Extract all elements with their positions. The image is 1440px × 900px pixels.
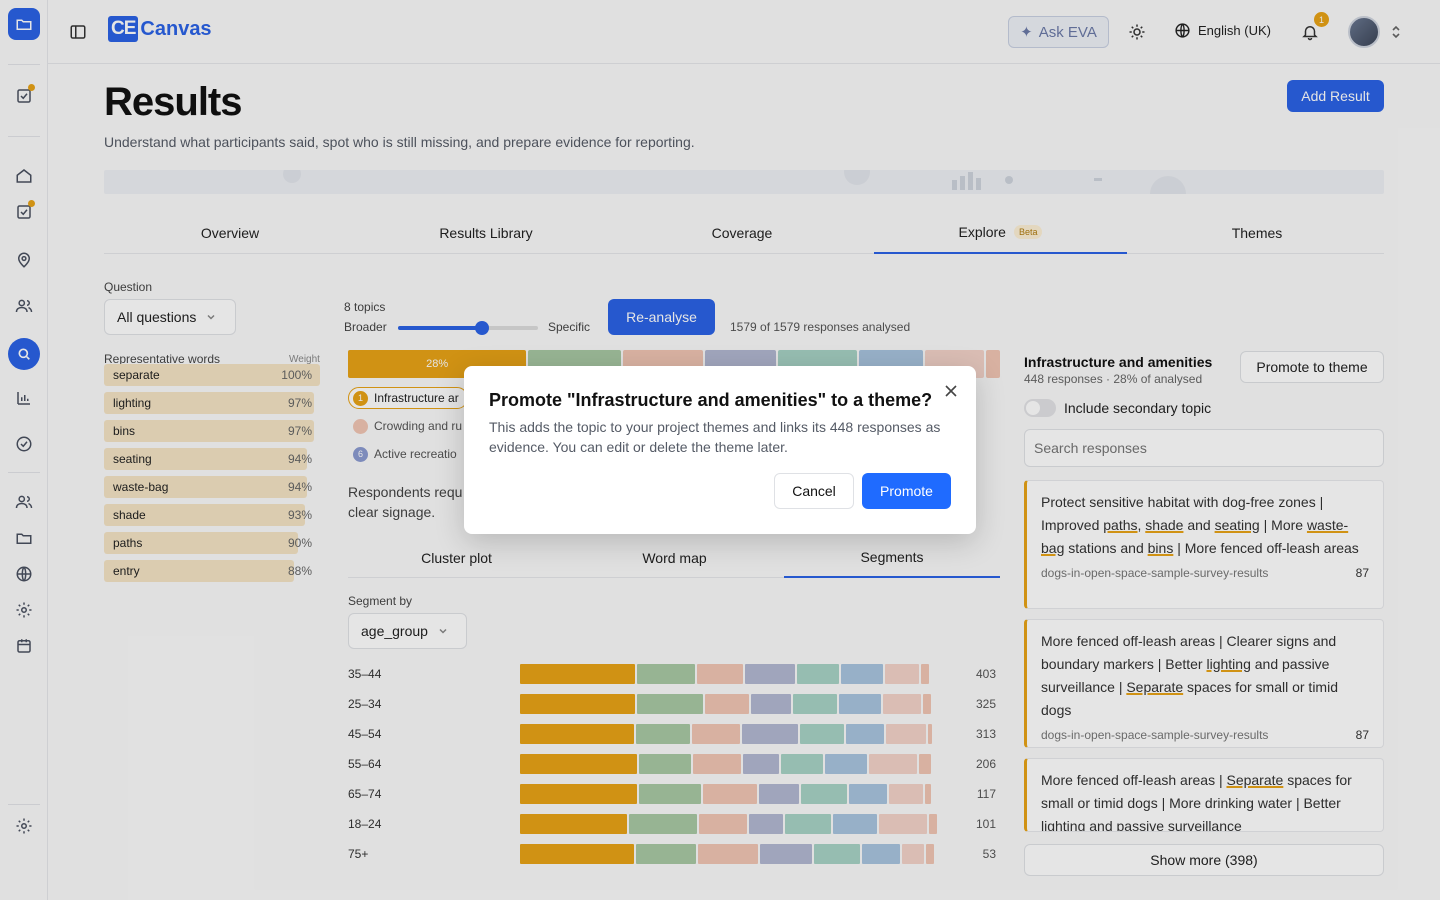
cancel-button[interactable]: Cancel: [774, 473, 854, 509]
close-icon[interactable]: [942, 382, 960, 400]
dialog-title: Promote "Infrastructure and amenities" t…: [489, 390, 933, 410]
promote-theme-dialog: Promote "Infrastructure and amenities" t…: [464, 366, 976, 534]
dialog-body: This adds the topic to your project them…: [489, 419, 941, 455]
promote-button[interactable]: Promote: [862, 473, 951, 509]
